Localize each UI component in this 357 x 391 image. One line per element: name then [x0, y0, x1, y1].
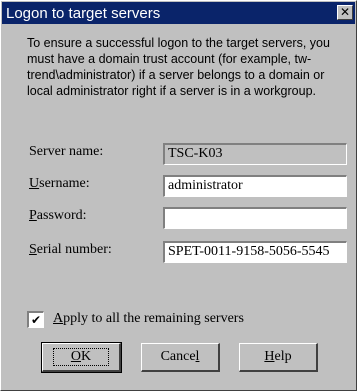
close-icon: ✕	[339, 5, 351, 19]
server-name-label: Server name:	[29, 144, 104, 159]
checkmark-icon: ✔	[30, 313, 42, 327]
logon-dialog: Logon to target servers ✕ To ensure a su…	[0, 0, 357, 391]
dialog-title: Logon to target servers	[6, 5, 161, 22]
close-button[interactable]: ✕	[337, 5, 353, 20]
serial-number-field[interactable]: SPET-0011-9158-5056-5545	[163, 241, 347, 263]
instructions-text: To ensure a successful logon to the targ…	[27, 36, 330, 98]
apply-all-label[interactable]: Apply to all the remaining servers	[53, 311, 244, 327]
username-label: Username:	[29, 176, 90, 191]
username-field[interactable]: administrator	[163, 175, 347, 197]
serial-number-label: Serial number:	[29, 242, 112, 257]
password-field[interactable]	[163, 207, 347, 229]
title-bar: Logon to target servers ✕	[2, 2, 355, 24]
ok-button[interactable]: OK	[41, 342, 122, 373]
cancel-button[interactable]: Cancel	[141, 343, 220, 372]
help-button[interactable]: Help	[239, 343, 318, 372]
password-label: Password:	[29, 208, 87, 223]
apply-all-checkbox[interactable]: ✔	[27, 311, 44, 328]
server-name-field: TSC-K03	[163, 143, 347, 165]
